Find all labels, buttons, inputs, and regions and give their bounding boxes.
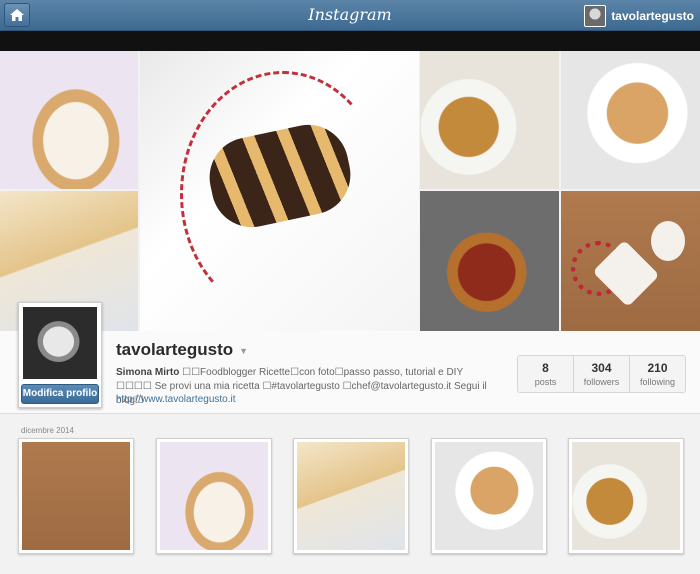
post-image [435, 442, 543, 550]
post-thumbnail-croissant[interactable] [156, 438, 272, 554]
chevron-down-icon[interactable]: ▼ [239, 346, 248, 356]
post-thumbnail-pasta[interactable] [431, 438, 547, 554]
top-navigation-bar: Instagram tavolartegusto [0, 0, 700, 31]
mosaic-photo-croissant[interactable] [0, 51, 138, 189]
header-username: tavolartegusto [611, 9, 694, 23]
stat-number: 210 [647, 361, 668, 375]
profile-info-section: Modifica profilo tavolartegusto ▼ Simona … [0, 302, 700, 414]
mosaic-photo-cookies-box[interactable] [140, 51, 419, 331]
header-divider-bar [0, 31, 700, 51]
profile-username-text: tavolartegusto [116, 340, 234, 359]
stat-label: posts [534, 377, 557, 387]
profile-photo-mosaic [0, 51, 700, 331]
stat-number: 8 [542, 361, 549, 375]
stat-followers[interactable]: 304 followers [574, 356, 630, 392]
profile-avatar[interactable] [23, 307, 97, 379]
post-thumbnail-cake[interactable] [293, 438, 409, 554]
feed-month-label: dicembre 2014 [21, 426, 74, 435]
post-grid [18, 438, 688, 556]
post-image [572, 442, 680, 550]
post-image [297, 442, 405, 550]
profile-avatar-card: Modifica profilo [18, 302, 102, 408]
mosaic-photo-heart-cookies[interactable] [561, 191, 700, 331]
website-link[interactable]: http://www.tavolartegusto.it [116, 394, 236, 405]
stat-label: following [639, 377, 676, 387]
stat-posts[interactable]: 8 posts [518, 356, 574, 392]
mosaic-photo-muffins[interactable] [420, 51, 559, 189]
stat-number: 304 [591, 361, 612, 375]
user-menu[interactable]: tavolartegusto [584, 5, 694, 27]
stat-label: followers [583, 377, 620, 387]
post-thumbnail-heart-cookies[interactable] [18, 438, 134, 554]
mosaic-photo-pasta[interactable] [561, 51, 700, 189]
bio-name: Simona Mirto [116, 367, 180, 378]
profile-stats: 8 posts 304 followers 210 following [517, 355, 686, 393]
round-cookie [651, 221, 685, 261]
post-thumbnail-muffins[interactable] [568, 438, 684, 554]
profile-username[interactable]: tavolartegusto ▼ [116, 340, 248, 360]
user-avatar-icon [584, 5, 607, 27]
post-image [22, 442, 130, 550]
post-image [160, 442, 268, 550]
stat-following[interactable]: 210 following [630, 356, 685, 392]
mosaic-photo-octopus-stew[interactable] [420, 191, 559, 331]
edit-profile-button[interactable]: Modifica profilo [21, 384, 99, 404]
